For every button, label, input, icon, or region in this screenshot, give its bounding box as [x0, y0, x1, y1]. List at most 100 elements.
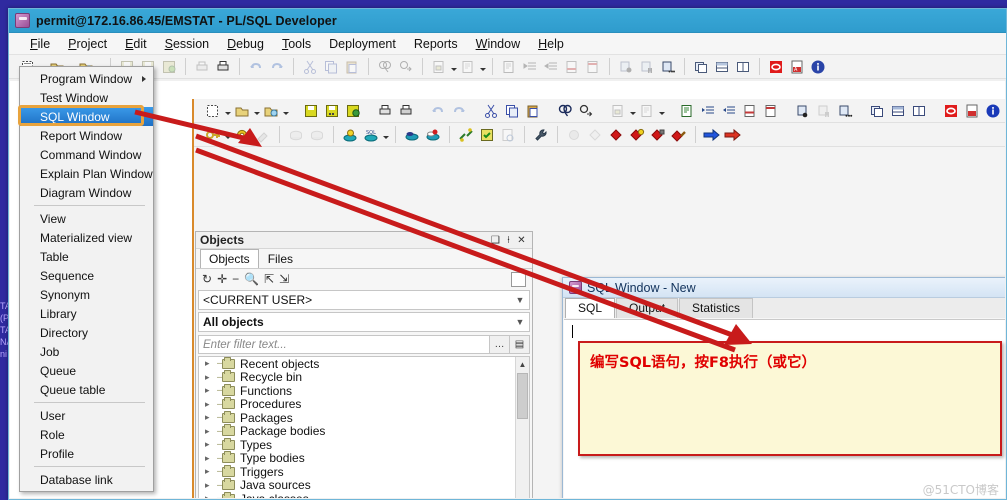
document-lock-dropdown-arrow[interactable] — [629, 101, 636, 120]
indent-increase-icon[interactable] — [698, 101, 718, 120]
grid-icon[interactable]: ▤ — [510, 335, 530, 354]
tree-node[interactable]: ▸ – Packages — [199, 410, 529, 425]
find-next-icon[interactable] — [396, 57, 416, 76]
menu-item-report-window[interactable]: Report Window — [20, 126, 153, 145]
paste-icon[interactable] — [342, 57, 362, 76]
comment-icon[interactable] — [740, 101, 760, 120]
connect-dropdown-arrow[interactable] — [224, 125, 231, 144]
breakpoint-add-icon[interactable] — [564, 125, 584, 144]
expand-icon[interactable]: ✛ — [217, 272, 227, 286]
tile-vertical-icon[interactable] — [733, 57, 753, 76]
cut-icon[interactable] — [300, 57, 320, 76]
collapse-icon[interactable]: − — [232, 272, 239, 286]
cut-icon[interactable] — [481, 101, 501, 120]
close-icon[interactable]: ✕ — [515, 234, 528, 247]
step-debug-icon[interactable] — [658, 57, 678, 76]
user-selector[interactable]: <CURRENT USER> ▼ — [198, 290, 530, 310]
open-icon[interactable] — [232, 101, 252, 120]
tree-node[interactable]: ▸ – Package bodies — [199, 424, 529, 438]
menu-item-session[interactable]: Session — [156, 34, 218, 54]
comment-icon[interactable] — [562, 57, 582, 76]
rollback-icon[interactable] — [307, 125, 327, 144]
pause-debug-icon[interactable] — [637, 57, 657, 76]
wrench-icon[interactable] — [531, 125, 551, 144]
menu-item-deployment[interactable]: Deployment — [320, 34, 405, 54]
menu-item-test-window[interactable]: Test Window — [20, 88, 153, 107]
menu-item-queue-table[interactable]: Queue table — [20, 380, 153, 399]
step-debug-icon[interactable] — [835, 101, 855, 120]
next-red-arrow-icon[interactable] — [723, 125, 743, 144]
object-tree-scrollbar[interactable]: ▲ ▼ — [515, 357, 529, 498]
about-info-icon[interactable] — [983, 101, 1003, 120]
tab-files[interactable]: Files — [258, 249, 303, 268]
menu-item-queue[interactable]: Queue — [20, 361, 153, 380]
document-new-icon[interactable] — [637, 101, 657, 120]
print-preview-icon[interactable] — [213, 57, 233, 76]
document-lock-icon[interactable] — [429, 57, 449, 76]
tree-node[interactable]: ▸ – Type bodies — [199, 451, 529, 465]
undo-icon[interactable] — [428, 101, 448, 120]
cascade-windows-icon[interactable] — [867, 101, 887, 120]
menu-item-explain-plan-window[interactable]: Explain Plan Window — [20, 164, 153, 183]
save-all-icon[interactable] — [322, 101, 342, 120]
test-window-icon[interactable] — [477, 125, 497, 144]
copy-icon[interactable] — [502, 101, 522, 120]
menu-item-library[interactable]: Library — [20, 304, 153, 323]
document-new-icon[interactable] — [458, 57, 478, 76]
tab-objects[interactable]: Objects — [200, 249, 259, 268]
menu-item-reports[interactable]: Reports — [405, 34, 467, 54]
indent-increase-icon[interactable] — [520, 57, 540, 76]
menu-item-debug[interactable]: Debug — [218, 34, 273, 54]
document-new-dropdown-arrow[interactable] — [658, 101, 665, 120]
session-blue-icon[interactable] — [402, 125, 422, 144]
document-lock-dropdown-arrow[interactable] — [450, 57, 457, 76]
menu-item-window[interactable]: Window — [467, 34, 529, 54]
execute-dropdown-arrow[interactable] — [382, 125, 389, 144]
commit-icon[interactable] — [286, 125, 306, 144]
expand-arrow-icon[interactable]: ▸ — [205, 439, 217, 450]
tile-horizontal-icon[interactable] — [888, 101, 908, 120]
menu-item-directory[interactable]: Directory — [20, 323, 153, 342]
menu-item-role[interactable]: Role — [20, 425, 153, 444]
object-tree[interactable]: ▸ – Recent objects ▸ – Recycle bin ▸ – Functions… — [198, 356, 530, 498]
find-icon[interactable] — [375, 57, 395, 76]
find-icon[interactable]: 🔍 — [244, 272, 259, 286]
run-debug-icon[interactable] — [793, 101, 813, 120]
about-info-icon[interactable] — [808, 57, 828, 76]
open-dropdown-arrow[interactable] — [253, 101, 260, 120]
menu-item-program-window[interactable]: Program Window — [20, 69, 153, 88]
connect-key-icon[interactable] — [203, 125, 223, 144]
brush-icon[interactable] — [253, 125, 273, 144]
next-blue-arrow-icon[interactable] — [702, 125, 722, 144]
pdf-export-icon[interactable] — [962, 101, 982, 120]
object-type-selector[interactable]: All objects ▼ — [198, 312, 530, 332]
run-debug-icon[interactable] — [616, 57, 636, 76]
tree-node[interactable]: ▸ – Java sources — [199, 478, 529, 492]
scroll-thumb[interactable] — [517, 373, 528, 419]
copy-icon[interactable] — [321, 57, 341, 76]
session-red-icon[interactable] — [423, 125, 443, 144]
expand-arrow-icon[interactable]: ▸ — [205, 493, 217, 498]
menu-item-diagram-window[interactable]: Diagram Window — [20, 183, 153, 202]
breakpoint-yellow-icon[interactable] — [627, 125, 647, 144]
redo-icon[interactable] — [449, 101, 469, 120]
tile-horizontal-icon[interactable] — [712, 57, 732, 76]
paste-icon[interactable] — [523, 101, 543, 120]
menu-item-user[interactable]: User — [20, 406, 153, 425]
pause-debug-icon[interactable] — [814, 101, 834, 120]
refresh-icon[interactable]: ↻ — [202, 272, 212, 286]
expand-arrow-icon[interactable]: ▸ — [205, 426, 217, 437]
print-preview-icon[interactable] — [396, 101, 416, 120]
pdf-export-icon[interactable]: A — [787, 57, 807, 76]
tab-output[interactable]: Output — [616, 298, 679, 318]
menu-item-synonym[interactable]: Synonym — [20, 285, 153, 304]
report-icon[interactable] — [498, 125, 518, 144]
maximize-icon[interactable]: ❑ — [489, 234, 502, 247]
pin-icon[interactable]: ⍿ — [502, 234, 515, 247]
stop-icon[interactable] — [766, 57, 786, 76]
menu-item-tools[interactable]: Tools — [273, 34, 320, 54]
find-next-icon[interactable] — [576, 101, 596, 120]
indent-decrease-icon[interactable] — [719, 101, 739, 120]
tree-node[interactable]: ▸ – Types — [199, 437, 529, 452]
tree-node[interactable]: ▸ – Functions — [199, 383, 529, 398]
